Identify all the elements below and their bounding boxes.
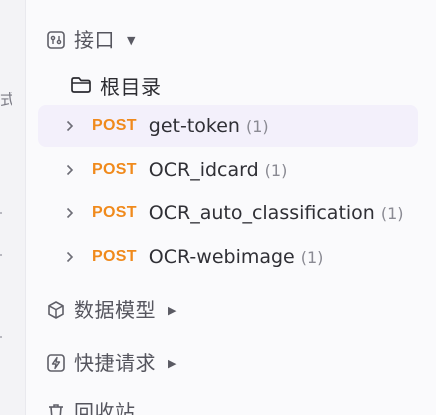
chevron-right-icon[interactable] [64, 119, 76, 133]
rail-dot [0, 254, 2, 256]
api-item-ocr-webimage[interactable]: POST OCR-webimage (1) [38, 236, 418, 278]
api-name: OCR_idcard [148, 159, 259, 181]
rail-dot [0, 212, 2, 214]
section-data-model-label: 数据模型 [74, 298, 156, 322]
section-quick-request[interactable]: 快捷请求 ▶ [46, 349, 176, 377]
section-quick-request-label: 快捷请求 [74, 351, 156, 375]
section-api[interactable]: 接口 ▼ [46, 26, 135, 54]
method-badge: POST [92, 117, 137, 134]
lightning-icon [46, 353, 66, 373]
method-badge: POST [92, 248, 137, 265]
cube-icon [46, 300, 66, 320]
method-badge: POST [92, 204, 137, 221]
api-item-ocr-auto-classification[interactable]: POST OCR_auto_classification (1) [38, 192, 418, 234]
caret-right-icon: ▶ [168, 356, 177, 370]
api-name: OCR_auto_classification [148, 202, 375, 224]
api-item-get-token[interactable]: POST get-token (1) [38, 105, 418, 147]
folder-root-label: 根目录 [100, 74, 162, 99]
method-badge: POST [92, 161, 137, 178]
api-icon [46, 30, 66, 50]
section-data-model[interactable]: 数据模型 ▶ [46, 296, 176, 324]
trash-icon [46, 402, 66, 415]
api-name: OCR-webimage [148, 246, 295, 268]
chevron-right-icon[interactable] [64, 250, 76, 264]
section-trash-label: 回收站 [74, 402, 136, 415]
caret-right-icon: ▶ [168, 303, 177, 317]
section-api-label: 接口 [74, 28, 115, 52]
api-tree-panel: 接口 ▼ 根目录 POST get-token (1) POST OCR_idc… [26, 0, 436, 415]
section-trash[interactable]: 回收站 [46, 402, 136, 415]
folder-root[interactable]: 根目录 [70, 70, 162, 100]
rail-dot [0, 336, 2, 338]
case-count: (1) [380, 203, 404, 223]
caret-down-icon: ▼ [127, 33, 136, 47]
api-item-ocr-idcard[interactable]: POST OCR_idcard (1) [38, 149, 418, 191]
folder-icon [70, 74, 92, 96]
left-rail: 式 [0, 0, 26, 415]
case-count: (1) [245, 116, 269, 136]
rail-partial-label: 式 [0, 92, 12, 108]
case-count: (1) [300, 247, 324, 267]
api-name: get-token [148, 115, 240, 137]
chevron-right-icon[interactable] [64, 163, 76, 177]
chevron-right-icon[interactable] [64, 206, 76, 220]
case-count: (1) [264, 160, 288, 180]
